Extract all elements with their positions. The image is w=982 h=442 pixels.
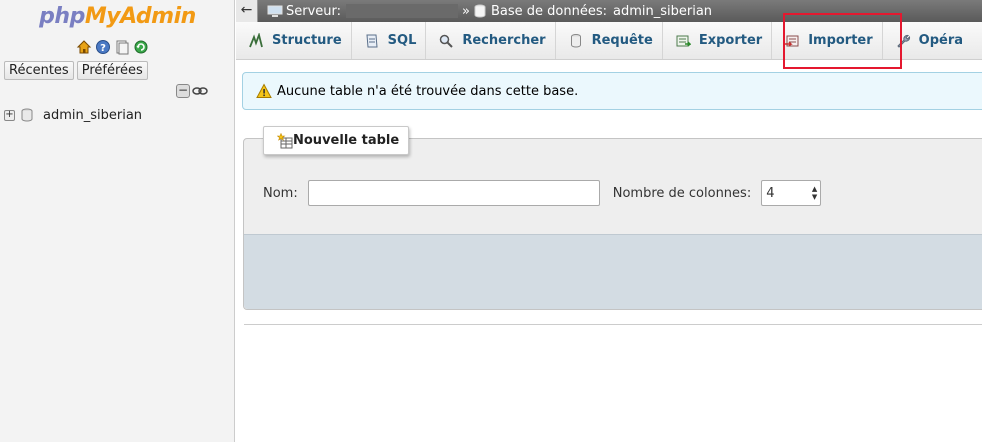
database-tree-item[interactable]: + admin_siberian: [4, 107, 142, 123]
name-label: Nom:: [263, 185, 298, 201]
nav-tabs: Récentes Préférées: [4, 61, 148, 80]
table-name-input[interactable]: [307, 180, 600, 206]
database-icon: [472, 3, 488, 19]
server-label: Serveur:: [286, 3, 342, 19]
database-name[interactable]: admin_siberian: [43, 108, 142, 123]
query-icon: [570, 33, 581, 47]
new-table-legend: Nouvelle table: [263, 126, 410, 155]
tab-search[interactable]: Rechercher: [426, 22, 556, 59]
reload-icon[interactable]: [133, 39, 149, 55]
database-icon: [19, 107, 35, 123]
tree-controls: −: [176, 83, 208, 99]
home-icon[interactable]: [76, 39, 92, 55]
breadcrumb-server[interactable]: Serveur:: [267, 3, 459, 19]
import-tab-highlight: [783, 13, 902, 69]
docs-icon[interactable]: [114, 39, 130, 55]
main-panel: ← Serveur: » Base de données: admin_sibe…: [236, 0, 982, 442]
warning-icon: [256, 83, 272, 98]
stepper-arrows-icon[interactable]: ▲ ▼: [812, 185, 817, 201]
database-label: Base de données:: [491, 3, 608, 19]
export-icon: [676, 35, 691, 46]
columns-stepper[interactable]: 4 ▲ ▼: [761, 180, 822, 206]
logo-php: php: [39, 4, 85, 29]
tab-search-label: Rechercher: [462, 33, 546, 48]
expand-icon[interactable]: +: [4, 109, 15, 121]
tab-structure[interactable]: Structure: [236, 22, 352, 59]
database-value: admin_siberian: [613, 3, 713, 19]
tab-export[interactable]: Exporter: [663, 22, 773, 59]
tab-query[interactable]: Requête: [556, 22, 663, 59]
structure-icon: [249, 32, 263, 47]
sql-icon: [366, 34, 378, 47]
new-table-row: Nom: Nombre de colonnes: 4 ▲ ▼: [263, 180, 822, 206]
back-arrow-icon[interactable]: ←: [236, 0, 258, 22]
new-table-title: Nouvelle table: [293, 133, 400, 148]
recent-tables-button[interactable]: Récentes: [4, 61, 74, 80]
favorite-tables-button[interactable]: Préférées: [76, 61, 148, 80]
tab-operations-label: Opéra: [918, 33, 964, 48]
content-divider: [244, 324, 982, 325]
navigation-panel: phpMyAdmin ? Récentes Préférées − + admi…: [0, 0, 235, 442]
new-table-icon: [277, 132, 293, 148]
collapse-all-icon[interactable]: −: [176, 84, 190, 98]
help-icon[interactable]: ?: [95, 39, 111, 55]
columns-value: 4: [766, 185, 775, 201]
quick-links: ?: [76, 38, 149, 56]
tab-structure-label: Structure: [272, 33, 342, 48]
phpmyadmin-logo[interactable]: phpMyAdmin: [0, 3, 235, 31]
svg-text:?: ?: [100, 43, 106, 54]
server-name: [346, 4, 459, 18]
notice-text: Aucune table n'a été trouvée dans cette …: [277, 83, 579, 99]
link-icon[interactable]: [192, 83, 208, 99]
new-table-form: Nouvelle table Nom: Nombre de colonnes: …: [243, 126, 982, 310]
tab-sql-label: SQL: [387, 33, 417, 48]
tab-sql[interactable]: SQL: [352, 22, 427, 59]
breadcrumb-database[interactable]: Base de données: admin_siberian: [472, 3, 712, 19]
breadcrumb-separator: »: [462, 3, 470, 19]
server-icon: [267, 3, 283, 19]
columns-label: Nombre de colonnes:: [612, 185, 752, 201]
search-icon: [440, 34, 454, 48]
notice-message: Aucune table n'a été trouvée dans cette …: [242, 72, 982, 110]
tab-export-label: Exporter: [698, 33, 763, 48]
form-footer: [244, 234, 982, 309]
tab-query-label: Requête: [591, 33, 653, 48]
logo-myadmin: MyAdmin: [84, 4, 196, 29]
